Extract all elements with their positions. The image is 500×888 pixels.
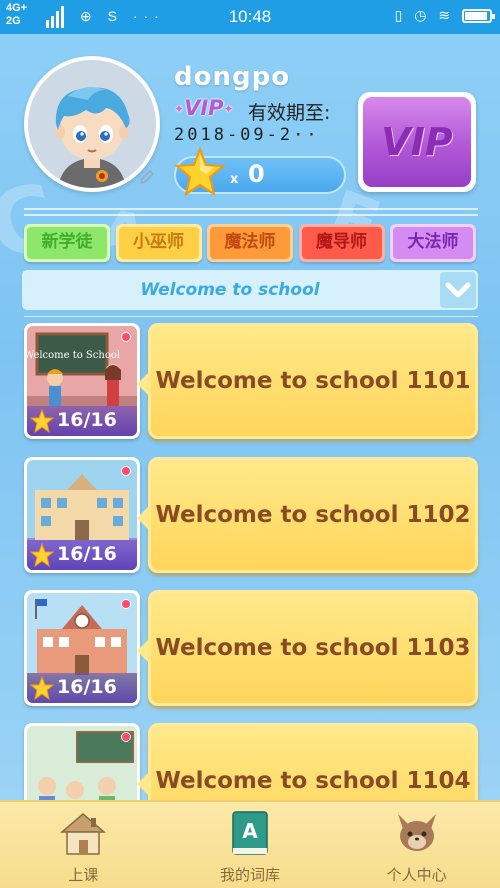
star-icon bbox=[30, 676, 54, 700]
expiry-date: 2018-09-2·· bbox=[174, 125, 320, 145]
vip-badge: ✦VIP✦ bbox=[174, 96, 234, 120]
lesson-title: Welcome to school 1104 bbox=[155, 768, 471, 794]
nav-label: 我的词库 bbox=[220, 866, 281, 884]
lesson-title-button[interactable]: Welcome to school 1102 bbox=[137, 457, 478, 573]
lesson-title-button[interactable]: Welcome to school 1103 bbox=[137, 590, 478, 706]
cat-face-icon bbox=[397, 814, 436, 851]
battery-icon bbox=[462, 9, 495, 24]
bottom-nav: 上课 A 我的词库 个人中心 bbox=[0, 800, 500, 888]
nav-tab-profile[interactable]: 个人中心 bbox=[333, 802, 500, 888]
level-tab-little-wizard[interactable]: 小巫师 bbox=[115, 224, 202, 262]
dropdown-selected: Welcome to school bbox=[140, 280, 320, 300]
lesson-progress: 16/16 bbox=[27, 406, 137, 436]
avatar-image bbox=[28, 60, 156, 188]
lesson-title: Welcome to school 1103 bbox=[155, 635, 471, 661]
book-icon: A bbox=[232, 811, 268, 855]
progress-text: 16/16 bbox=[57, 543, 117, 565]
level-tabs: 新学徒 小巫师 魔法师 魔导师 大法师 bbox=[24, 224, 476, 266]
sparkle-icon: ✦ bbox=[174, 102, 185, 116]
vip-label-text: VIP bbox=[184, 96, 224, 120]
level-tab-apprentice[interactable]: 新学徒 bbox=[24, 224, 110, 262]
star-icon bbox=[30, 409, 54, 433]
divider bbox=[24, 316, 478, 317]
level-tab-magician[interactable]: 魔法师 bbox=[207, 224, 293, 262]
system-status-icons: ▯ ◷ ≋ bbox=[394, 7, 455, 23]
star-counter: x 0 bbox=[174, 146, 346, 197]
lesson-thumbnail[interactable]: 16/16 bbox=[24, 590, 140, 706]
level-label: 小巫师 bbox=[118, 227, 199, 259]
nav-tab-class[interactable]: 上课 bbox=[0, 802, 167, 888]
unit-dropdown[interactable]: Welcome to school bbox=[22, 270, 478, 310]
vip-button[interactable]: VIP bbox=[358, 92, 476, 192]
lesson-title-button[interactable]: Welcome to school 1101 bbox=[137, 323, 478, 439]
lesson-thumbnail[interactable]: Welcome to School 16/16 bbox=[24, 323, 140, 439]
level-tab-archmage[interactable]: 大法师 bbox=[390, 224, 476, 262]
lesson-title: Welcome to school 1102 bbox=[155, 502, 471, 528]
chevron-down-icon[interactable] bbox=[440, 272, 476, 308]
level-tab-mage[interactable]: 魔导师 bbox=[298, 224, 385, 262]
lesson-title: Welcome to school 1101 bbox=[155, 368, 471, 394]
star-icon bbox=[174, 146, 226, 197]
lesson-thumbnail[interactable]: 16/16 bbox=[24, 457, 140, 573]
star-icon bbox=[30, 543, 54, 567]
pencil-icon[interactable] bbox=[138, 168, 156, 186]
level-label: 新学徒 bbox=[27, 227, 107, 259]
level-label: 大法师 bbox=[393, 227, 473, 259]
new-indicator bbox=[121, 732, 131, 742]
lesson-item[interactable]: Welcome to School 16/16 Welcome to schoo… bbox=[22, 323, 478, 443]
vip-button-label: VIP bbox=[363, 97, 471, 187]
house-icon bbox=[60, 813, 107, 855]
star-multiplier: x bbox=[230, 172, 239, 187]
divider bbox=[24, 208, 478, 210]
cartoon-boy-icon bbox=[28, 60, 156, 188]
avatar[interactable] bbox=[24, 56, 160, 192]
username: dongpo bbox=[174, 62, 291, 92]
lesson-progress: 16/16 bbox=[27, 540, 137, 570]
nav-label: 上课 bbox=[68, 866, 99, 884]
divider bbox=[24, 214, 478, 216]
progress-text: 16/16 bbox=[57, 676, 117, 698]
new-indicator bbox=[121, 466, 131, 476]
system-icons: ▯ ◷ ≋ bbox=[394, 7, 495, 24]
status-bar: 4G+ 2G ⊕ S ··· 10:48 ▯ ◷ ≋ bbox=[0, 0, 500, 34]
lesson-item[interactable]: 16/16 Welcome to school 1103 bbox=[22, 590, 478, 710]
nav-label: 个人中心 bbox=[386, 866, 447, 884]
level-label: 魔法师 bbox=[210, 227, 290, 259]
star-count: 0 bbox=[248, 160, 265, 188]
nav-tab-vocabulary[interactable]: A 我的词库 bbox=[167, 802, 334, 888]
board-text: Welcome to School bbox=[27, 350, 120, 361]
new-indicator bbox=[121, 332, 131, 342]
lesson-progress: 16/16 bbox=[27, 673, 137, 703]
sparkle-icon: ✦ bbox=[223, 102, 234, 116]
level-label: 魔导师 bbox=[301, 227, 382, 259]
new-indicator bbox=[121, 599, 131, 609]
validity-label: 有效期至: bbox=[248, 102, 331, 124]
lesson-item[interactable]: 16/16 Welcome to school 1102 bbox=[22, 457, 478, 577]
svg-text:A: A bbox=[242, 819, 258, 843]
progress-text: 16/16 bbox=[57, 409, 117, 431]
